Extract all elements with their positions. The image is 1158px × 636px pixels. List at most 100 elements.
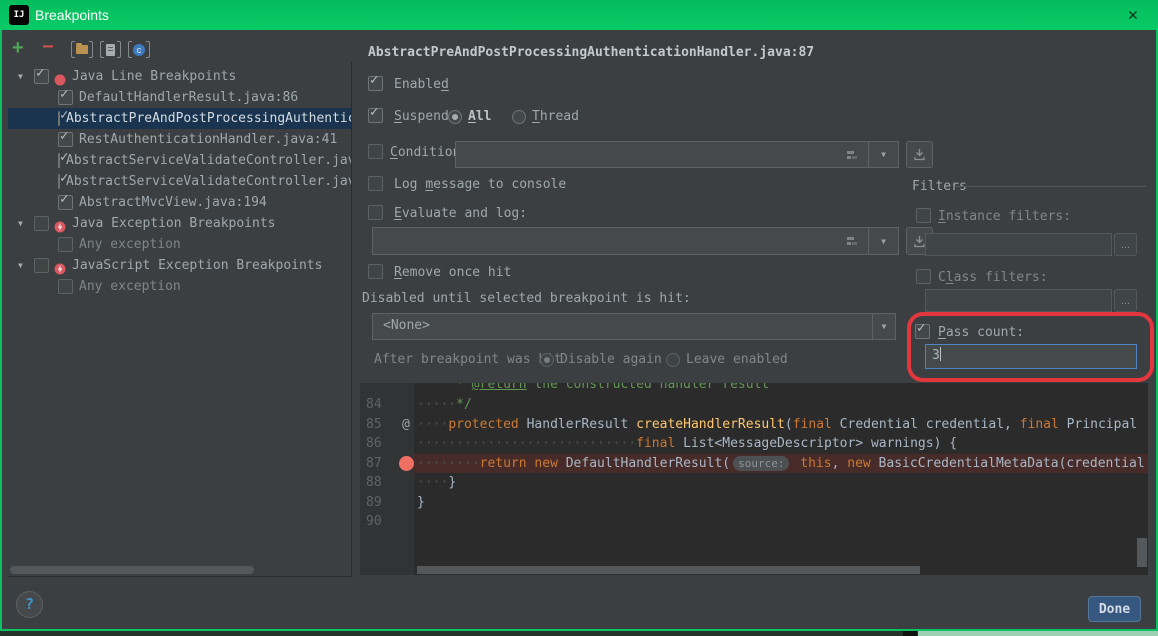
file-icon xyxy=(106,44,115,56)
code-line: 84·····*/ xyxy=(360,395,1148,415)
chevron-down-icon[interactable]: ▼ xyxy=(18,261,34,270)
check-icon: ✓ xyxy=(60,129,68,144)
chevron-down-icon[interactable]: ▼ xyxy=(18,72,34,81)
code-text: } xyxy=(417,493,425,513)
intellij-logo-icon: IJ xyxy=(9,5,29,25)
breakpoint-enabled-checkbox[interactable]: ✓ xyxy=(58,111,60,126)
instance-filters-input[interactable] xyxy=(925,233,1112,256)
breakpoint-label: RestAuthenticationHandler.java:41 xyxy=(79,132,337,147)
instance-filters-label: Instance filters: xyxy=(938,209,1071,224)
pass-count-checkbox[interactable]: ✓ xyxy=(915,324,930,339)
condition-checkbox[interactable] xyxy=(368,144,383,159)
chevron-down-icon[interactable]: ▼ xyxy=(873,322,895,331)
breakpoint-enabled-checkbox[interactable]: ✓ xyxy=(58,153,60,168)
breakpoint-enabled-checkbox[interactable]: ✓ xyxy=(58,132,73,147)
window-title: Breakpoints xyxy=(35,0,109,30)
chevron-down-icon[interactable]: ▼ xyxy=(18,219,34,228)
exception-breakpoint-icon xyxy=(54,218,66,230)
add-breakpoint-button[interactable]: + xyxy=(12,39,24,57)
breakpoint-label: AbstractMvcView.java:194 xyxy=(79,195,267,210)
disable-again-label: Disable again xyxy=(560,352,662,367)
suspend-label: Suspend xyxy=(394,109,449,124)
breakpoint-label: Any exception xyxy=(79,237,181,252)
desktop-sliver xyxy=(0,631,1158,636)
done-button[interactable]: Done xyxy=(1088,596,1141,622)
breakpoint-enabled-checkbox[interactable]: ✓ xyxy=(34,69,49,84)
tree-horizontal-scrollbar[interactable] xyxy=(10,566,254,574)
code-text: ····························final List<M… xyxy=(417,434,957,454)
breakpoint-row[interactable]: Any exception xyxy=(8,276,351,297)
pass-count-input[interactable]: 3 xyxy=(925,344,1137,369)
log-message-checkbox[interactable] xyxy=(368,176,383,191)
breakpoint-dot-icon[interactable] xyxy=(399,456,414,471)
breakpoint-row[interactable]: ✓AbstractServiceValidateController.java: xyxy=(8,171,351,192)
leave-enabled-radio[interactable] xyxy=(666,353,680,367)
condition-input[interactable]: ▼ xyxy=(455,141,899,168)
class-filters-input[interactable] xyxy=(925,289,1112,312)
disabled-until-dropdown[interactable]: <None> ▼ xyxy=(372,313,896,340)
breakpoint-label: AbstractPreAndPostProcessingAuthenticat xyxy=(66,111,351,126)
disable-again-radio[interactable] xyxy=(540,353,554,367)
enabled-checkbox[interactable]: ✓ xyxy=(368,76,383,91)
group-by-class-button[interactable]: c xyxy=(128,41,150,58)
breakpoint-enabled-checkbox[interactable]: ✓ xyxy=(58,174,60,189)
filters-divider xyxy=(956,186,1146,187)
code-line: 89} xyxy=(360,493,1148,513)
suspend-all-label: All xyxy=(468,109,491,124)
screen: IJ Breakpoints ✕ + − c ▼✓Java Line Break… xyxy=(0,0,1158,636)
breakpoint-group-row[interactable]: ▼Java Exception Breakpoints xyxy=(8,213,351,234)
condition-history-arrow-icon[interactable]: ▼ xyxy=(869,150,898,159)
class-filters-checkbox[interactable] xyxy=(916,269,931,284)
suspend-thread-radio[interactable] xyxy=(512,110,526,124)
breakpoint-group-row[interactable]: ▼JavaScript Exception Breakpoints xyxy=(8,255,351,276)
suspend-all-radio[interactable] xyxy=(448,110,462,124)
line-number: 88 xyxy=(366,473,382,493)
breakpoint-row[interactable]: ✓DefaultHandlerResult.java:86 xyxy=(8,87,351,108)
breakpoint-enabled-checkbox[interactable] xyxy=(34,258,49,273)
evaluate-and-log-checkbox[interactable] xyxy=(368,205,383,220)
code-text: ·····*/ xyxy=(417,395,472,415)
help-button[interactable]: ? xyxy=(16,591,43,618)
leave-enabled-label: Leave enabled xyxy=(686,352,788,367)
suspend-thread-label: Thread xyxy=(532,109,579,124)
breakpoint-enabled-checkbox[interactable] xyxy=(58,237,73,252)
remove-once-hit-checkbox[interactable] xyxy=(368,264,383,279)
class-filters-more-button[interactable]: ... xyxy=(1114,289,1137,312)
expression-icon xyxy=(846,235,858,247)
code-preview-editor: * @return the constructed handler result… xyxy=(360,383,1148,575)
editor-horizontal-scrollbar[interactable] xyxy=(417,566,920,574)
breakpoint-enabled-checkbox[interactable] xyxy=(58,279,73,294)
code-line: 90 xyxy=(360,512,1148,532)
evaluate-history-arrow-icon[interactable]: ▼ xyxy=(869,237,898,246)
breakpoint-title: AbstractPreAndPostProcessingAuthenticati… xyxy=(368,45,814,60)
breakpoint-row[interactable]: ✓ AbstractMvcView.java:194 xyxy=(8,192,351,213)
group-by-package-button[interactable] xyxy=(71,41,93,58)
breakpoint-row[interactable]: ✓ RestAuthenticationHandler.java:41 xyxy=(8,129,351,150)
breakpoint-enabled-checkbox[interactable]: ✓ xyxy=(58,195,73,210)
breakpoint-row[interactable]: Any exception xyxy=(8,234,351,255)
close-button[interactable]: ✕ xyxy=(1116,0,1150,30)
breakpoint-label: AbstractServiceValidateController.java: xyxy=(66,153,351,168)
titlebar[interactable]: IJ Breakpoints ✕ xyxy=(0,0,1158,30)
breakpoint-label: Any exception xyxy=(79,279,181,294)
instance-filters-more-button[interactable]: ... xyxy=(1114,233,1137,256)
breakpoint-row[interactable]: ✓ AbstractPreAndPostProcessingAuthenticat xyxy=(8,108,351,129)
class-icon: c xyxy=(133,44,145,56)
group-by-file-button[interactable] xyxy=(100,41,121,58)
code-text: ····protected HandlerResult createHandle… xyxy=(417,415,1137,435)
disabled-until-label: Disabled until selected breakpoint is hi… xyxy=(362,291,691,306)
remove-breakpoint-button[interactable]: − xyxy=(42,39,54,56)
breakpoint-group-row[interactable]: ▼✓Java Line Breakpoints xyxy=(8,66,351,87)
folder-icon xyxy=(76,45,88,54)
line-number: 89 xyxy=(366,493,382,513)
line-number: 87 xyxy=(366,454,382,474)
editor-vertical-scrollbar[interactable] xyxy=(1137,538,1147,567)
instance-filters-checkbox[interactable] xyxy=(916,208,931,223)
breakpoint-enabled-checkbox[interactable] xyxy=(34,216,49,231)
evaluate-expression-input[interactable]: ▼ xyxy=(372,227,899,255)
suspend-checkbox[interactable]: ✓ xyxy=(368,108,383,123)
expand-condition-editor-button[interactable] xyxy=(906,141,933,168)
expand-icon xyxy=(913,148,926,161)
breakpoint-enabled-checkbox[interactable]: ✓ xyxy=(58,90,73,105)
breakpoint-row[interactable]: ✓ AbstractServiceValidateController.java: xyxy=(8,150,351,171)
